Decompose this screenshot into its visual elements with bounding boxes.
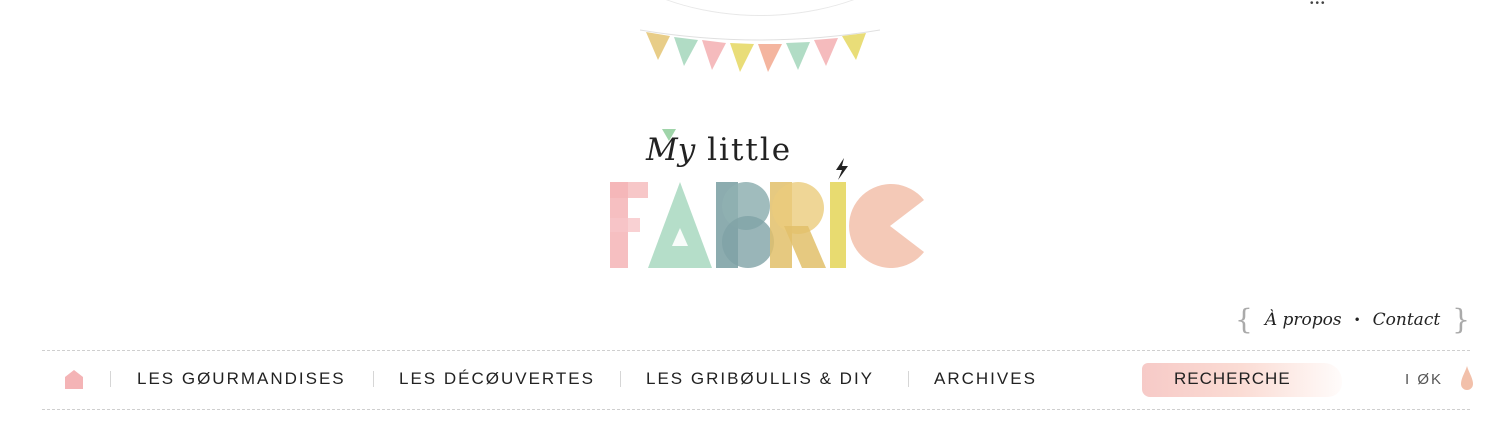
nav-item-decouvertes[interactable]: LES DÉCØUVERTES [399, 369, 595, 389]
close-brace: } [1452, 303, 1470, 336]
open-brace: { [1234, 303, 1253, 336]
drop-icon [1461, 366, 1473, 390]
nav-divider [110, 371, 111, 387]
link-separator: • [1353, 313, 1361, 327]
about-link[interactable]: À propos [1265, 310, 1342, 330]
logo-my: My [646, 132, 696, 168]
header-arc [560, 0, 960, 16]
search-label: RECHERCHE [1174, 369, 1291, 388]
corner-dots-icon: ••• [1310, 0, 1327, 9]
nav-item-archives[interactable]: ARCHIVES [934, 369, 1037, 389]
nav-divider [620, 371, 621, 387]
search-button[interactable]: RECHERCHE [1142, 363, 1342, 397]
logo-fabric-wordmark [610, 182, 924, 268]
ok-button[interactable]: I ØK [1405, 371, 1443, 388]
main-nav: LES GØURMANDISES LES DÉCØUVERTES LES GRI… [42, 350, 1473, 410]
bolt-icon [836, 158, 848, 180]
nav-item-gourmandises[interactable]: LES GØURMANDISES [137, 369, 346, 389]
nav-divider [373, 371, 374, 387]
top-links: { À propos • Contact } [1235, 306, 1470, 334]
contact-link[interactable]: Contact [1373, 310, 1441, 330]
home-icon[interactable] [64, 369, 84, 389]
nav-item-gribouillis-diy[interactable]: LES GRIBØULLIS & DIY [646, 369, 874, 389]
nav-divider [908, 371, 909, 387]
bunting-flags [640, 29, 880, 72]
logo-tagline: My little [646, 132, 792, 168]
logo-little: little [707, 132, 793, 168]
